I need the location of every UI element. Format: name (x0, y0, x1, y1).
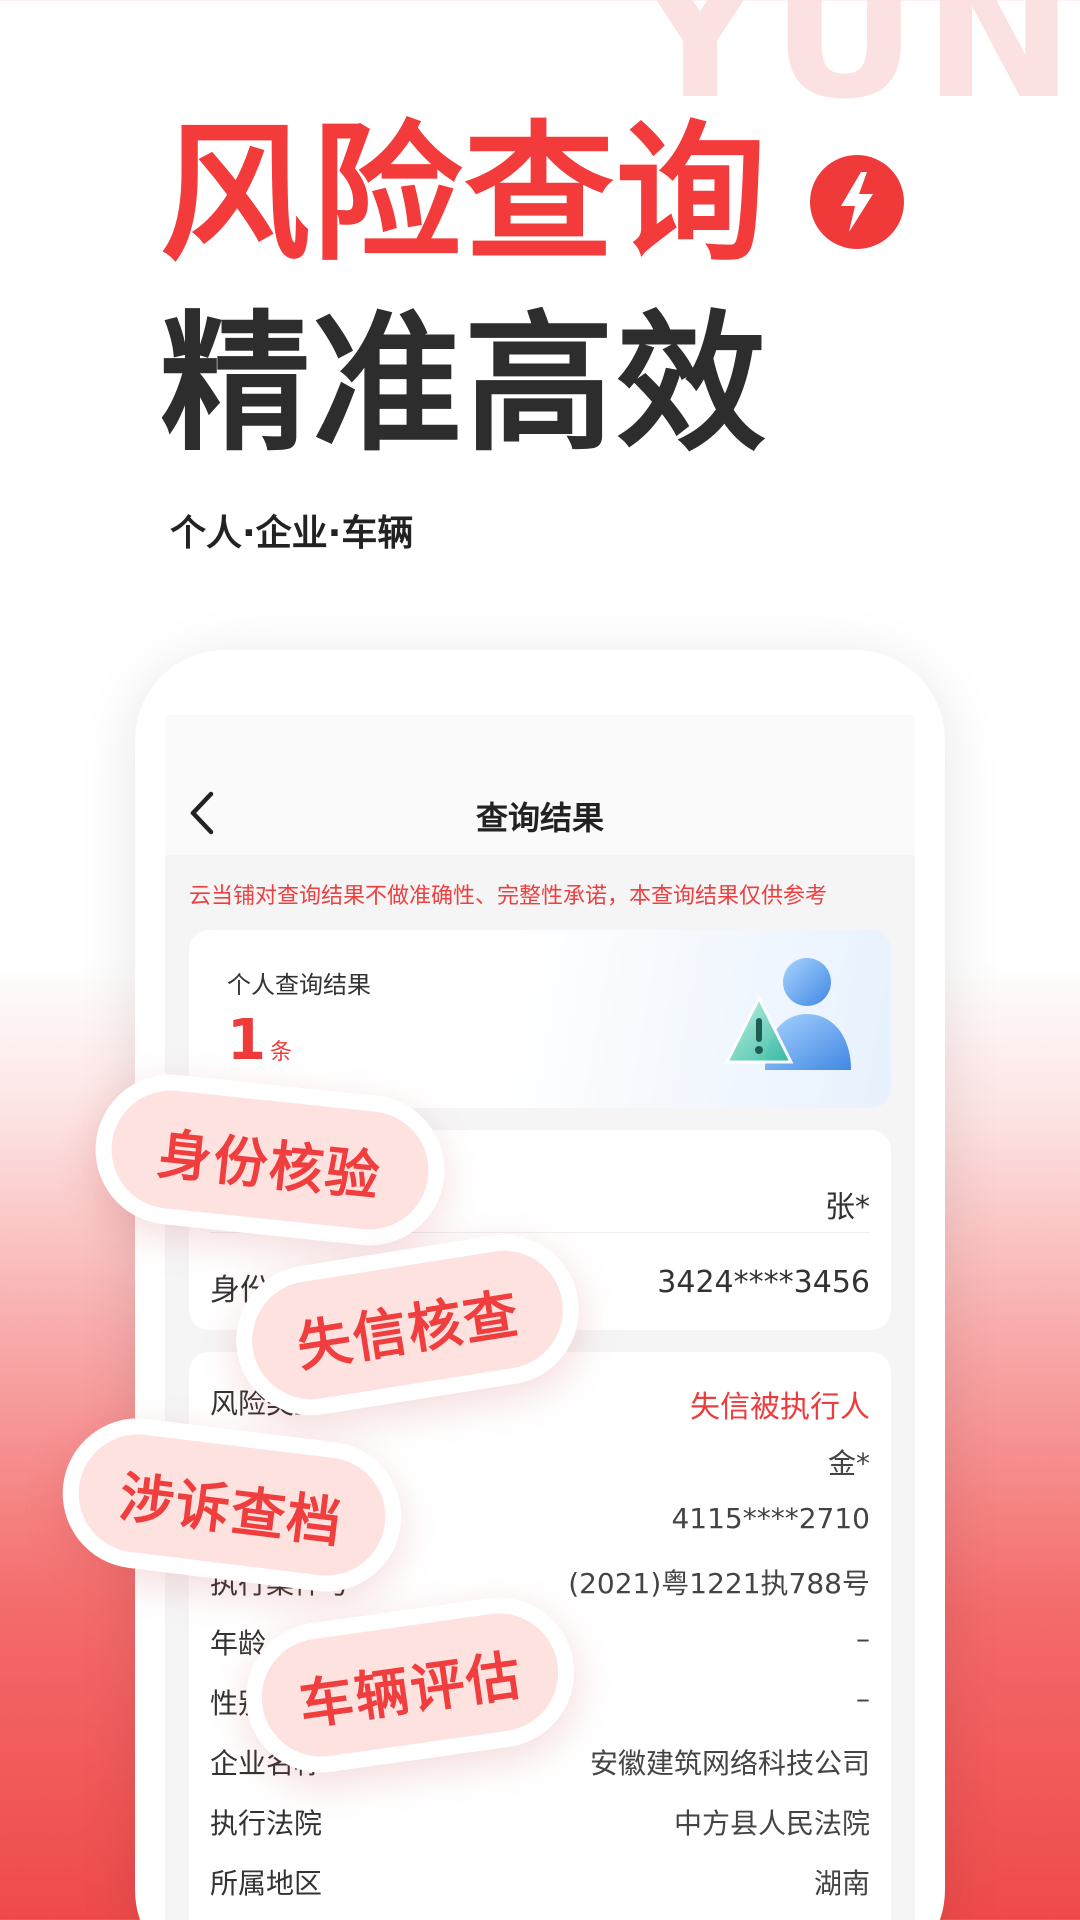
row-key: 所属地区 (210, 1867, 323, 1900)
lightning-bolt-icon (810, 155, 904, 249)
page-title: 查询结果 (475, 799, 604, 837)
result-count: 1 (227, 1008, 266, 1073)
hero-subtitle: 个人·企业·车辆 (170, 513, 414, 554)
summary-count: 1条 (227, 1008, 292, 1073)
summary-card[interactable]: 个人查询结果 1条 (189, 930, 891, 1108)
tag-label: 涉诉查档 (116, 1465, 347, 1555)
row-value: 3424****3456 (657, 1265, 870, 1300)
row-value: – (856, 1682, 870, 1715)
row-value: 张* (825, 1190, 870, 1225)
tag-label: 身份核验 (154, 1121, 385, 1209)
row-value: (2021)粤1221执788号 (568, 1567, 870, 1600)
row-value: 安徽建筑网络科技公司 (589, 1747, 870, 1780)
tag-pill-inner: 车辆评估 (254, 1605, 566, 1765)
row-value: 金* (827, 1447, 870, 1480)
row-value: – (856, 1622, 870, 1655)
row-value: 失信被执行人 (690, 1390, 870, 1425)
summary-label: 个人查询结果 (227, 971, 371, 999)
row-key: 执行法院 (210, 1807, 323, 1840)
tag-label: 失信核查 (292, 1281, 524, 1379)
tag-label: 车辆评估 (295, 1643, 526, 1737)
nav-bar: 查询结果 (165, 715, 915, 855)
tag-pill-inner: 涉诉查档 (71, 1427, 393, 1583)
result-unit: 条 (269, 1040, 292, 1065)
row-value: 中方县人民法院 (673, 1807, 870, 1840)
hero-title-risk-query: 风险查询 (160, 108, 769, 282)
background-watermark: YUN (634, 0, 1080, 139)
disclaimer-text: 云当铺对查询结果不做准确性、完整性承诺，本查询结果仅供参考 (189, 884, 828, 909)
hero-title-accurate: 精准高效 (160, 298, 769, 472)
row-value: 4115****2710 (671, 1502, 870, 1535)
row-value: 湖南 (813, 1867, 870, 1900)
tag-pill-inner: 身份核验 (105, 1084, 435, 1236)
alert-user-icon (721, 952, 861, 1086)
